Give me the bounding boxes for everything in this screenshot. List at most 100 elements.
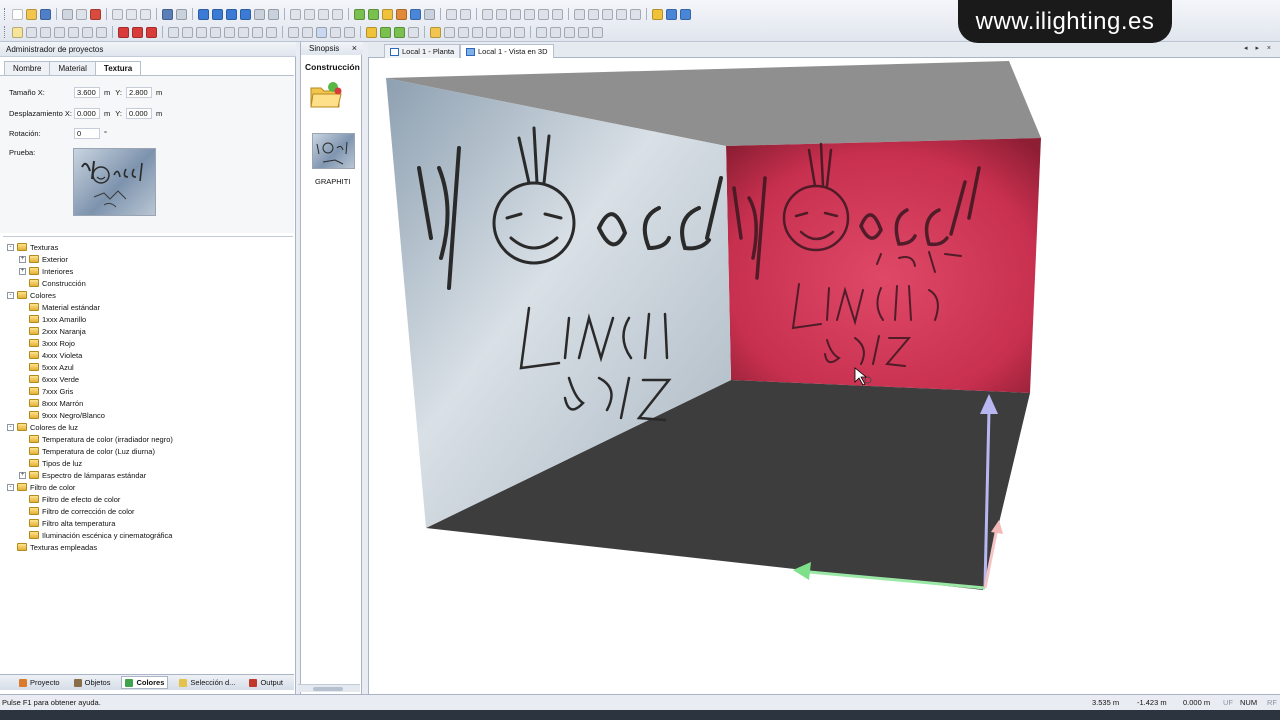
tree-item[interactable]: + Espectro de lámparas estándar — [19, 469, 146, 481]
light3-icon[interactable] — [318, 8, 329, 20]
window-icon[interactable] — [666, 8, 677, 20]
light4-icon[interactable] — [332, 8, 343, 20]
tab-objetos[interactable]: Objetos — [71, 677, 114, 688]
tree-item[interactable]: Filtro de efecto de color — [19, 493, 120, 505]
film-icon[interactable] — [630, 8, 641, 20]
texture-thumbnail[interactable] — [312, 133, 355, 169]
cut-icon[interactable] — [112, 8, 123, 20]
tree-item[interactable]: + Exterior — [19, 253, 68, 265]
view-3d-icon[interactable] — [240, 8, 251, 20]
expand-icon[interactable]: + — [19, 471, 26, 479]
wall-icon[interactable] — [196, 26, 207, 38]
offset-y-input[interactable]: 0.000 — [125, 108, 152, 119]
paste-icon[interactable] — [140, 8, 151, 20]
tree-item[interactable]: 4xxx Violeta — [19, 349, 82, 361]
luminaire3-icon[interactable] — [394, 26, 405, 38]
column-icon[interactable] — [252, 26, 263, 38]
toolbar-grip[interactable] — [4, 8, 7, 20]
collapse-icon[interactable]: - — [7, 243, 14, 251]
tree-item[interactable]: - Colores de luz — [7, 421, 78, 433]
floor-icon[interactable] — [168, 26, 179, 38]
tab-proyecto[interactable]: Proyecto — [16, 677, 63, 688]
tree-item[interactable]: Tipos de luz — [19, 457, 82, 469]
tab-navigation[interactable]: ◂ ▸ × — [1244, 44, 1274, 52]
roof-icon[interactable] — [266, 26, 277, 38]
wrench-icon[interactable] — [616, 8, 627, 20]
select-tool-icon[interactable] — [12, 26, 23, 38]
calc-icon[interactable] — [354, 8, 365, 20]
select-object-icon[interactable] — [40, 26, 51, 38]
expand-icon[interactable]: + — [19, 267, 26, 275]
tree-item[interactable]: Texturas empleadas — [7, 541, 97, 553]
zoom-out-icon[interactable] — [96, 26, 107, 38]
page4-icon[interactable] — [486, 26, 497, 38]
doc-icon[interactable] — [602, 8, 613, 20]
toolbar-grip[interactable] — [4, 26, 7, 38]
tree-item[interactable]: 5xxx Azul — [19, 361, 74, 373]
print-icon[interactable] — [62, 8, 73, 20]
grid5-icon[interactable] — [538, 8, 549, 20]
tree-item[interactable]: 8xxx Marrón — [19, 397, 83, 409]
zoom-in-icon[interactable] — [82, 26, 93, 38]
open-file-icon[interactable] — [26, 8, 37, 20]
collapse-icon[interactable]: - — [7, 423, 14, 431]
grid4-icon[interactable] — [524, 8, 535, 20]
polyline-icon[interactable] — [550, 26, 561, 38]
grid-icon[interactable] — [482, 8, 493, 20]
raytrace-icon[interactable] — [396, 8, 407, 20]
pdf-icon[interactable] — [90, 8, 101, 20]
synopsis-scrollbar[interactable] — [298, 684, 360, 692]
grid3-icon[interactable] — [510, 8, 521, 20]
tab-nombre[interactable]: Nombre — [4, 61, 51, 75]
tree-item[interactable]: Filtro de corrección de color — [19, 505, 135, 517]
size-y-input[interactable]: 2.800 — [125, 87, 152, 98]
settings-icon[interactable] — [652, 8, 663, 20]
page-icon[interactable] — [444, 26, 455, 38]
stairs-icon[interactable] — [238, 26, 249, 38]
folder-icon[interactable] — [309, 80, 343, 110]
save-icon[interactable] — [40, 8, 51, 20]
select-wall-icon[interactable] — [68, 26, 79, 38]
print-preview-icon[interactable] — [76, 8, 87, 20]
view-top-icon[interactable] — [226, 8, 237, 20]
grid6-icon[interactable] — [552, 8, 563, 20]
luminaire2-icon[interactable] — [380, 26, 391, 38]
measure-icon[interactable] — [460, 8, 471, 20]
color-icon[interactable] — [132, 26, 143, 38]
tree-item[interactable]: Iluminación escénica y cinematográfica — [19, 529, 172, 541]
tab-output[interactable]: Output — [246, 677, 286, 688]
collapse-icon[interactable]: - — [7, 291, 14, 299]
ceiling-icon[interactable] — [182, 26, 193, 38]
tree-item[interactable]: 6xxx Verde — [19, 373, 79, 385]
tab-3d-view[interactable]: Local 1 - Vista en 3D — [460, 44, 554, 58]
offset-x-input[interactable]: 0.000 — [74, 108, 100, 119]
rotation-input[interactable]: 0 — [74, 128, 100, 139]
line-icon[interactable] — [536, 26, 547, 38]
copy-icon[interactable] — [126, 8, 137, 20]
globe-icon[interactable] — [424, 8, 435, 20]
collapse-icon[interactable]: - — [7, 483, 14, 491]
page5-icon[interactable] — [500, 26, 511, 38]
calc2-icon[interactable] — [368, 8, 379, 20]
render-icon[interactable] — [382, 8, 393, 20]
view-side-icon[interactable] — [212, 8, 223, 20]
3d-viewport[interactable] — [368, 58, 1280, 694]
light-icon[interactable] — [290, 8, 301, 20]
tree-item[interactable]: + Interiores — [19, 265, 73, 277]
tree-item[interactable]: - Texturas — [7, 241, 58, 253]
tree-item[interactable]: Construcción — [19, 277, 86, 289]
tree-item[interactable]: Temperatura de color (irradiador negro) — [19, 433, 173, 445]
expand-icon[interactable]: + — [19, 255, 26, 263]
tree-item[interactable]: - Colores — [7, 289, 56, 301]
door-icon[interactable] — [210, 26, 221, 38]
luminaire4-icon[interactable] — [408, 26, 419, 38]
close-icon[interactable]: × — [352, 43, 357, 53]
redo-icon[interactable] — [176, 8, 187, 20]
texture-icon[interactable] — [118, 26, 129, 38]
tree-item[interactable]: Material estándar — [19, 301, 100, 313]
tab-textura[interactable]: Textura — [94, 61, 142, 75]
page3-icon[interactable] — [472, 26, 483, 38]
pointer-icon[interactable] — [288, 26, 299, 38]
arrow-tool-icon[interactable] — [446, 8, 457, 20]
select-room-icon[interactable] — [54, 26, 65, 38]
